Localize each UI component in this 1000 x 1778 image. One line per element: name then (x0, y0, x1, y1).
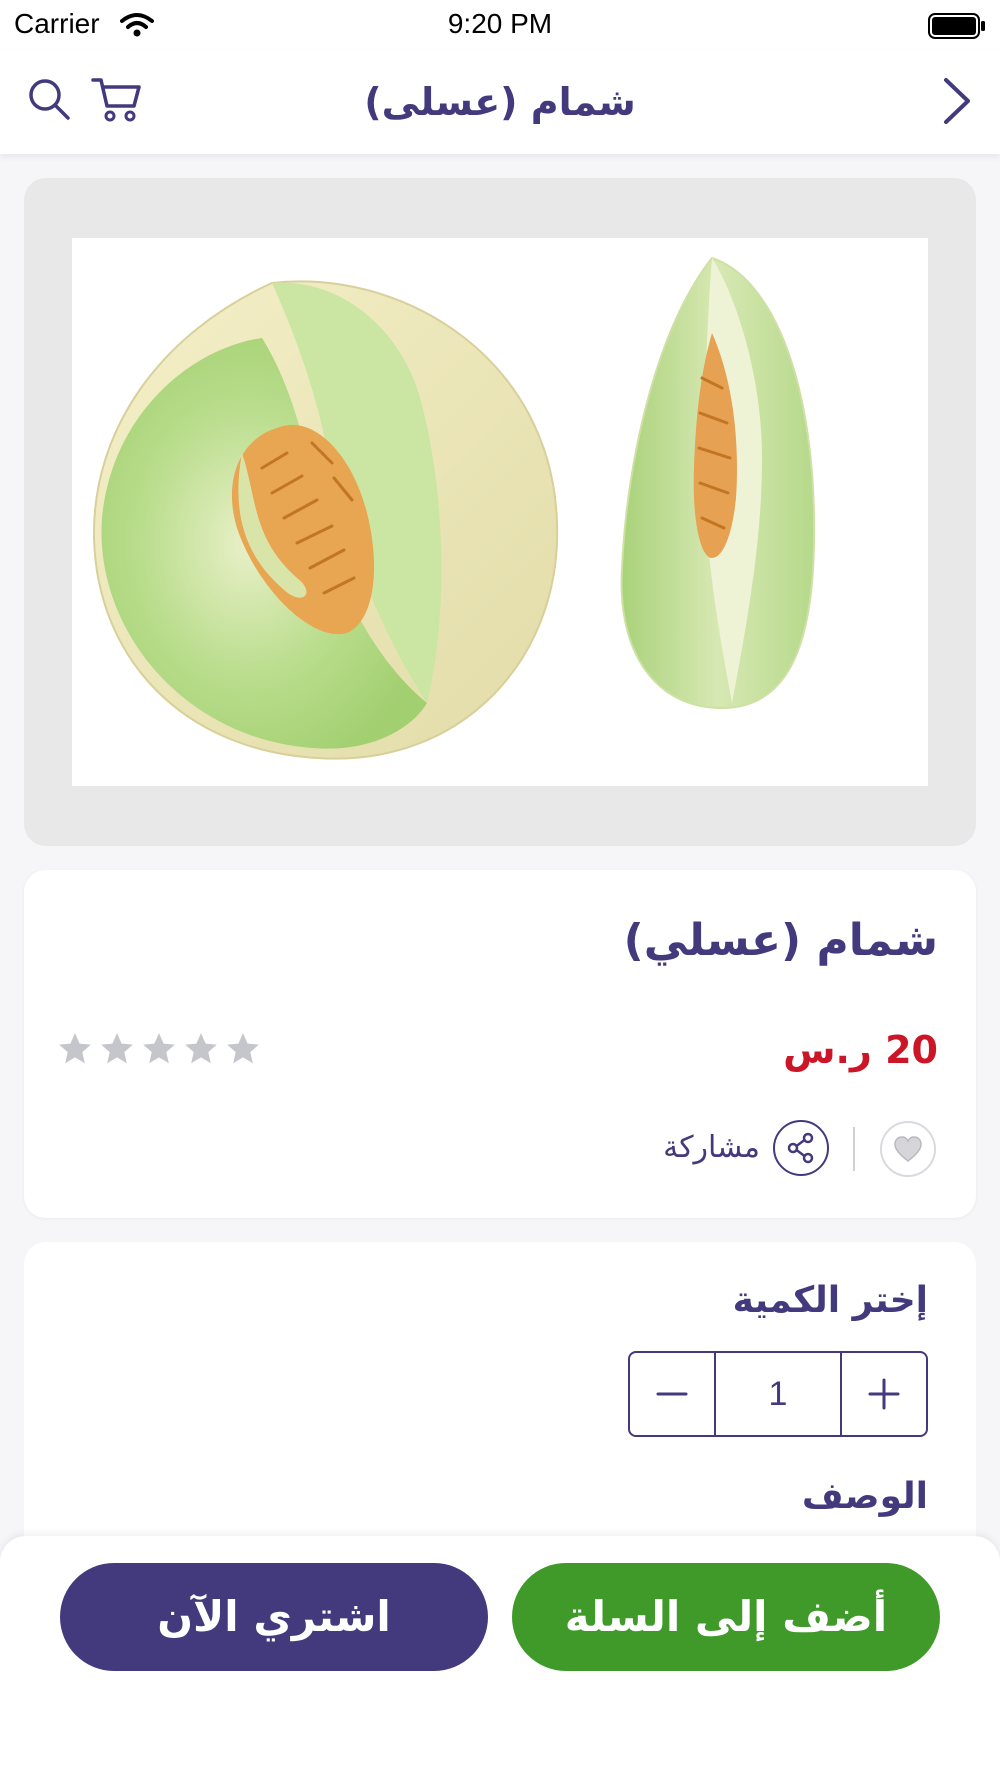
battery-icon (928, 12, 986, 44)
star-icon[interactable] (140, 1030, 178, 1068)
increment-button[interactable] (840, 1353, 926, 1435)
product-image[interactable] (72, 238, 928, 786)
decrement-button[interactable] (630, 1353, 716, 1435)
description-label: الوصف (801, 1476, 928, 1517)
star-icon[interactable] (56, 1030, 94, 1068)
share-icon (787, 1132, 814, 1164)
quantity-label: إختر الكمية (732, 1280, 928, 1321)
star-icon[interactable] (224, 1030, 262, 1068)
status-time: 9:20 PM (447, 8, 553, 39)
chevron-right-icon[interactable] (938, 74, 974, 128)
nav-bar: شمام (عسلى) (0, 50, 1000, 154)
share-label[interactable]: مشاركة (663, 1130, 760, 1165)
product-price: 20 ر.س (783, 1028, 938, 1072)
rating-stars[interactable] (56, 1030, 262, 1068)
page-title: شمام (عسلى) (364, 80, 636, 124)
heart-icon (894, 1136, 922, 1162)
buy-now-button[interactable]: اشتري الآن (60, 1563, 488, 1671)
plus-icon (868, 1378, 900, 1410)
add-to-cart-button[interactable]: أضف إلى السلة (512, 1563, 940, 1671)
favorite-button[interactable] (880, 1121, 936, 1177)
share-button[interactable] (773, 1120, 829, 1176)
minus-icon (656, 1392, 688, 1396)
quantity-stepper: 1 (628, 1351, 928, 1437)
star-icon[interactable] (182, 1030, 220, 1068)
product-title: شمام (عسلي) (623, 915, 938, 966)
status-bar: Carrier 9:20 PM (0, 0, 1000, 50)
quantity-value[interactable]: 1 (716, 1353, 840, 1435)
divider (853, 1127, 855, 1171)
star-icon[interactable] (98, 1030, 136, 1068)
